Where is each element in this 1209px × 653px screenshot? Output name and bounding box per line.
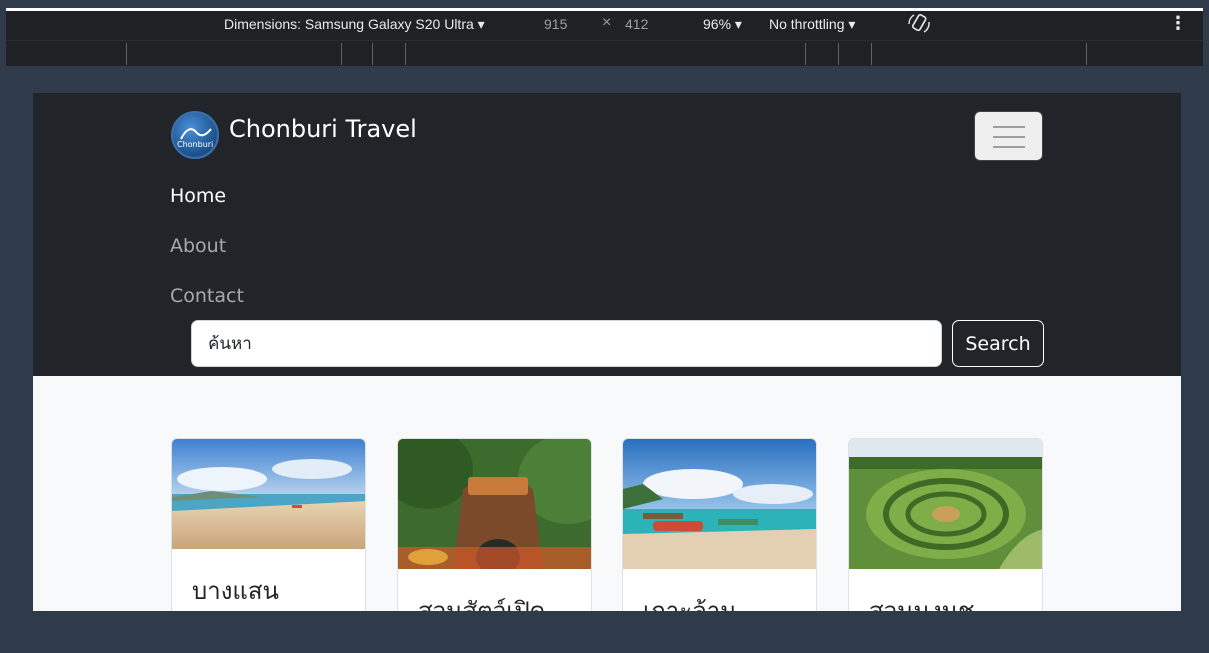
nav-link-home[interactable]: Home bbox=[170, 185, 226, 207]
rotate-icon[interactable] bbox=[906, 12, 932, 36]
throttling-dropdown[interactable]: No throttling ▾ bbox=[769, 16, 855, 33]
card-title: สวนสัตว์เปิด bbox=[418, 597, 546, 611]
logo-text: Chonburi bbox=[177, 140, 214, 149]
more-options-icon[interactable]: ⋮ bbox=[1169, 13, 1187, 34]
ruler-tick bbox=[405, 43, 406, 65]
brand-logo: Chonburi bbox=[171, 111, 219, 159]
hamburger-icon bbox=[993, 136, 1025, 138]
brand-name: Chonburi Travel bbox=[229, 115, 417, 143]
card-image bbox=[849, 439, 1042, 569]
devtools-top-strip bbox=[0, 0, 1209, 11]
viewport-width-input[interactable]: 915 bbox=[544, 16, 567, 32]
page-viewport: Chonburi Chonburi Travel Home About Cont… bbox=[33, 93, 1181, 611]
media-query-ruler bbox=[6, 40, 1203, 66]
ruler-tick bbox=[372, 43, 373, 65]
nav-link-contact[interactable]: Contact bbox=[170, 285, 244, 307]
ruler-tick bbox=[1086, 43, 1087, 65]
menu-toggle-button[interactable] bbox=[974, 111, 1043, 161]
search-button[interactable]: Search bbox=[952, 320, 1044, 367]
nav-link-about[interactable]: About bbox=[170, 235, 226, 257]
times-icon: × bbox=[602, 14, 612, 31]
device-toolbar: Dimensions: Samsung Galaxy S20 Ultra ▾ 9… bbox=[6, 11, 1203, 40]
wave-icon bbox=[180, 128, 212, 140]
viewport-height-input[interactable]: 412 bbox=[625, 16, 648, 32]
hamburger-icon bbox=[993, 146, 1025, 148]
ruler-tick bbox=[341, 43, 342, 65]
card-image bbox=[398, 439, 591, 569]
card-title: บางแสน bbox=[192, 577, 279, 605]
card-title: เกาะล้าน bbox=[643, 597, 737, 611]
search-input[interactable] bbox=[191, 320, 942, 367]
place-card[interactable]: เกาะล้าน bbox=[622, 438, 817, 611]
card-image bbox=[623, 439, 816, 569]
ruler-tick bbox=[871, 43, 872, 65]
card-title: สวนนงนุช bbox=[869, 597, 975, 611]
place-card[interactable]: สวนสัตว์เปิด bbox=[397, 438, 592, 611]
card-image bbox=[172, 439, 365, 549]
navbar: Chonburi Chonburi Travel Home About Cont… bbox=[33, 93, 1181, 376]
ruler-tick bbox=[838, 43, 839, 65]
place-card[interactable]: บางแสน bbox=[171, 438, 366, 611]
place-card[interactable]: สวนนงนุช bbox=[848, 438, 1043, 611]
device-dimensions-dropdown[interactable]: Dimensions: Samsung Galaxy S20 Ultra ▾ bbox=[224, 16, 485, 33]
ruler-tick bbox=[805, 43, 806, 65]
brand[interactable]: Chonburi Chonburi Travel bbox=[171, 111, 417, 159]
hamburger-icon bbox=[993, 126, 1025, 128]
zoom-dropdown[interactable]: 96% ▾ bbox=[703, 16, 742, 33]
ruler-tick bbox=[126, 43, 127, 65]
